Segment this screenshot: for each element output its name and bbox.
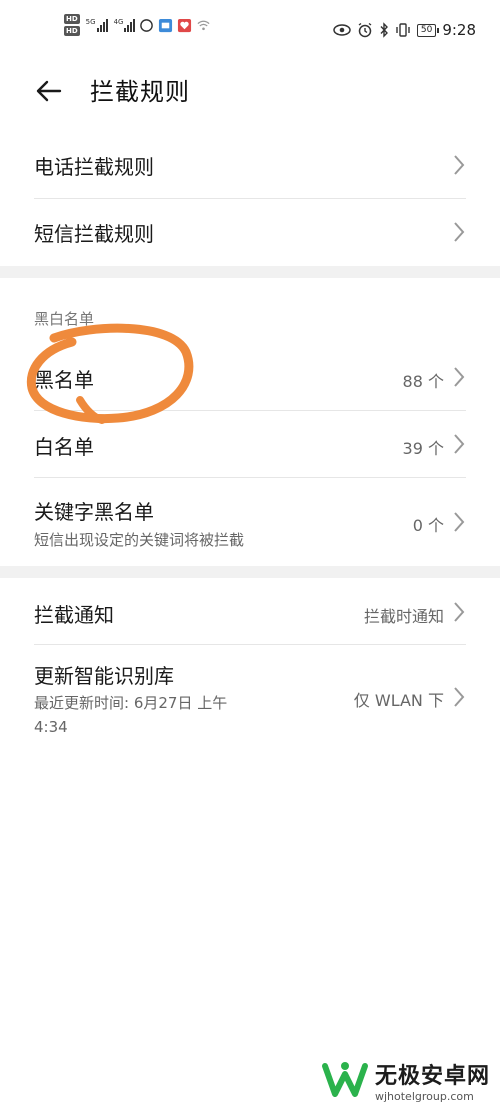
update-library-subtitle-line1: 最近更新时间: 6月27日 上午 xyxy=(34,694,228,712)
update-library-value: 仅 WLAN 下 xyxy=(353,691,444,710)
keyword-blacklist-item[interactable]: 关键字黑名单 短信出现设定的关键词将被拦截 0 个 xyxy=(0,478,500,564)
update-library-subtitle-line2: 4:34 xyxy=(34,718,68,736)
section-header-blackwhite: 黑白名单 xyxy=(34,310,95,328)
whitelist-item[interactable]: 白名单 39 个 xyxy=(0,411,500,477)
chevron-right-icon xyxy=(454,687,465,707)
app-red-icon xyxy=(178,18,192,32)
blacklist-item[interactable]: 黑名单 88 个 xyxy=(0,344,500,410)
chevron-right-icon xyxy=(454,367,465,387)
signal-4g-icon: 4G xyxy=(114,18,136,32)
app-blue-icon xyxy=(159,18,173,32)
keyword-blacklist-subtitle: 短信出现设定的关键词将被拦截 xyxy=(34,531,245,549)
update-library-label: 更新智能识别库 xyxy=(34,664,174,688)
status-left-icons: HD HD 5G 4G xyxy=(64,14,211,36)
chevron-right-icon xyxy=(454,602,465,622)
chevron-right-icon xyxy=(454,155,465,175)
section-separator xyxy=(0,266,500,278)
vibrate-icon xyxy=(396,23,410,37)
hd-badges: HD HD xyxy=(64,14,80,36)
clock: 9:28 xyxy=(442,21,476,39)
bluetooth-icon xyxy=(380,22,388,38)
blacklist-count: 88 个 xyxy=(402,372,444,391)
page-title: 拦截规则 xyxy=(90,78,190,106)
chevron-right-icon xyxy=(454,512,465,532)
alarm-icon xyxy=(358,22,372,38)
keyword-blacklist-label: 关键字黑名单 xyxy=(34,500,154,524)
site-watermark: 无极安卓网 wjhotelgroup.com xyxy=(321,1058,490,1103)
block-notification-label: 拦截通知 xyxy=(34,603,114,627)
hd-badge: HD xyxy=(64,14,80,24)
watermark-url: wjhotelgroup.com xyxy=(374,1090,474,1103)
phone-block-rules-item[interactable]: 电话拦截规则 xyxy=(0,132,500,198)
chevron-right-icon xyxy=(454,434,465,454)
status-bar: HD HD 5G 4G 50 9:28 xyxy=(0,0,500,62)
section-separator xyxy=(0,566,500,578)
watermark-logo-icon xyxy=(321,1061,368,1097)
wifi-icon xyxy=(197,20,210,30)
block-notification-value: 拦截时通知 xyxy=(363,607,444,626)
phone-block-rules-label: 电话拦截规则 xyxy=(34,155,154,179)
page-header: 拦截规则 xyxy=(0,62,500,122)
status-right-icons: 50 9:28 xyxy=(333,21,476,39)
battery-indicator: 50 xyxy=(416,23,440,37)
whitelist-label: 白名单 xyxy=(34,435,94,459)
sms-block-rules-label: 短信拦截规则 xyxy=(34,222,154,246)
hd-badge: HD xyxy=(64,26,80,36)
keyword-blacklist-count: 0 个 xyxy=(412,516,444,535)
block-notification-item[interactable]: 拦截通知 拦截时通知 xyxy=(0,578,500,644)
watermark-text: 无极安卓网 wjhotelgroup.com xyxy=(375,1058,490,1103)
sync-icon xyxy=(140,18,154,32)
watermark-name: 无极安卓网 xyxy=(374,1064,490,1089)
chevron-right-icon xyxy=(454,222,465,242)
signal-5g-icon: 5G xyxy=(86,18,108,32)
back-arrow-icon[interactable] xyxy=(33,76,63,106)
sms-block-rules-item[interactable]: 短信拦截规则 xyxy=(0,199,500,265)
update-recognition-library-item[interactable]: 更新智能识别库 最近更新时间: 6月27日 上午 4:34 仅 WLAN 下 xyxy=(0,645,500,745)
eye-icon xyxy=(333,24,351,36)
blacklist-label: 黑名单 xyxy=(34,368,94,392)
whitelist-count: 39 个 xyxy=(402,439,444,458)
